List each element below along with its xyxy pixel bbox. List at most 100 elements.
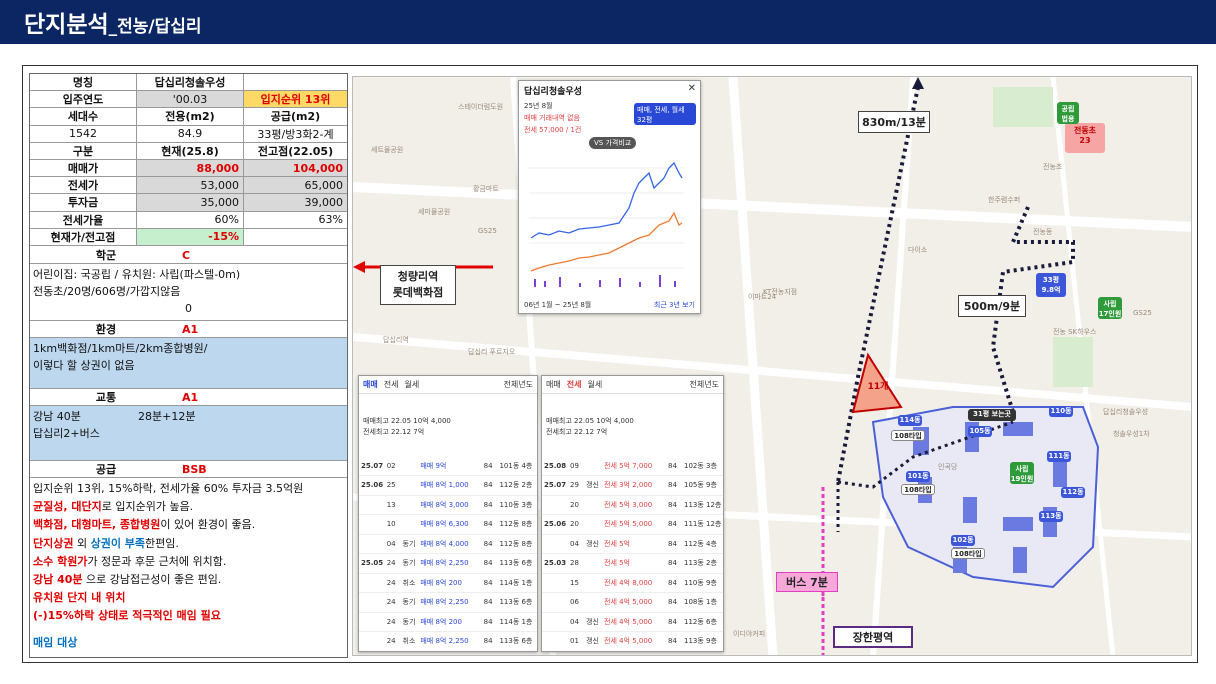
chart-filter-box[interactable]: 매매, 전세, 월세 32평: [634, 103, 696, 125]
trade-cell: 25: [386, 481, 396, 489]
trade-cell: 매매 8억 1,000: [420, 481, 469, 489]
price-pin[interactable]: 33평 9.8억: [1036, 273, 1066, 297]
kindergarten-pin[interactable]: 사립 17인원: [1098, 297, 1122, 319]
place-label: KT전농지점: [763, 288, 798, 296]
trade-cell: 04: [386, 539, 396, 548]
trade-cell: 매매 8억 200: [420, 617, 462, 626]
trade-row: 24 동기 매매 8억 2,250 84 113동 6층: [359, 593, 537, 613]
complex-tag: 108타입: [891, 430, 925, 441]
place-label: 세미물공원: [418, 208, 451, 216]
cell-households-label: 세대수: [30, 108, 137, 125]
jeonse-trade-list[interactable]: 매매 전세 월세 전체년도 매매최고 22.05 10억 4,000 전세최고 …: [541, 375, 724, 652]
trade-cell: 동기: [402, 598, 416, 606]
place-label: 스테이더럼도원: [458, 103, 504, 111]
trade-cell: 25.07: [361, 461, 384, 470]
traffic-line: 답십리2+버스: [33, 427, 100, 440]
cell-name-value: 답십리청솔우성: [137, 74, 244, 91]
school-line: 어린이집: 국공립 / 유치원: 사립(파스텔-0m): [33, 268, 241, 281]
trade-row: 25.07 29 갱신 전세 3억 2,000 84 105동 9층: [542, 476, 723, 496]
trade-row: 25.03 28 전세 5억 84 113동 2층: [542, 554, 723, 574]
trade-cell: 113동 6층: [499, 637, 533, 645]
tab-monthly[interactable]: 월세: [404, 379, 419, 390]
walk-time-label-top: 830m/13분: [858, 111, 930, 133]
trade-cell: 24: [386, 559, 396, 567]
trade-cell: 전세 5억: [604, 539, 630, 548]
supply-line: (-)15%하락 상태로 적극적인 매임 필요: [33, 609, 221, 623]
cell-invest-peak: 39,000: [244, 194, 347, 211]
school-pin[interactable]: 전동초 23: [1065, 123, 1105, 153]
trade-cell: 전세 4억 5,000: [604, 637, 653, 645]
trade-cell: 01: [570, 637, 579, 645]
trade-cell: 매매 8억 6,300: [420, 520, 469, 528]
place-label: 다이소: [908, 246, 928, 254]
map-view[interactable]: 스테이더럼도원 세트물공원 황금마트 세미물공원 답십리역 답십리 푸르지오 G…: [352, 76, 1192, 656]
trade-cell: 25.06: [544, 520, 567, 528]
sale-trade-list[interactable]: 매매 전세 월세 전체년도 매매최고 22.05 10억 4,000 전세최고 …: [358, 375, 538, 652]
table-row: 명칭 답십리청솔우성: [30, 74, 347, 92]
trade-cell: 113동 2층: [684, 559, 717, 567]
triangle-count: 11개: [867, 382, 889, 392]
environment-section: 환경 A1 1km백화점/1km마트/2km종합병원/ 이렇다 할 상권이 없음: [30, 321, 347, 389]
trade-cell: 매매 8억 2,250: [420, 559, 469, 567]
complex-tag: 31평 보는곳: [968, 409, 1016, 421]
kindergarten-pin[interactable]: 사립 19인원: [1010, 462, 1034, 484]
cell-ratio-current: 60%: [137, 211, 244, 228]
compare-button[interactable]: VS 가격비교: [589, 137, 637, 149]
trade-cell: 25.06: [361, 481, 384, 489]
trade-cell: 84: [483, 598, 493, 606]
cell-drop-empty: [244, 229, 347, 245]
trade-cell: 113동 12층: [684, 500, 722, 509]
cell-supply-value: 33평/방3화2-계: [257, 127, 334, 141]
cell-jeonse-current: 53,000: [137, 177, 244, 194]
peak-jeonse-label: 전세최고 22.12 7억: [363, 428, 425, 436]
trade-cell: 101동 4층: [499, 461, 533, 470]
walk-time-label-right: 500m/9분: [958, 295, 1026, 317]
supply-line: 균질성, 대단지로 입지순위가 높음.: [33, 500, 194, 514]
trade-cell: 84: [668, 637, 677, 645]
place-label: 답십리역: [383, 336, 409, 344]
school-grade: C: [182, 248, 191, 262]
price-chart-popup[interactable]: 답십리청솔우성 ✕ 25년 8월 매매 거래내역 없음 전세 57,000 / …: [518, 80, 701, 314]
trade-cell: 25.03: [544, 559, 567, 567]
year-select[interactable]: 전체년도: [504, 379, 533, 390]
cell-ratio-label: 전세가율: [30, 211, 137, 228]
trade-row: 04 갱신 전세 5억 84 112동 4층: [542, 534, 723, 554]
trade-cell: 84: [668, 578, 677, 587]
school-flag-pin[interactable]: 공립 법용: [1057, 102, 1079, 124]
cell-year-value: '00.03: [137, 91, 244, 108]
tab-sale[interactable]: 매매: [546, 379, 561, 390]
env-line: 이렇다 할 상권이 없음: [33, 359, 135, 372]
cell-peak-label: 전고점(22.05): [257, 144, 334, 158]
trade-cell: 동기: [402, 617, 416, 626]
cell-households-value: 1542: [30, 125, 137, 142]
cell-drop-value: -15%: [137, 228, 244, 245]
trade-cell: 매매 8억 3,000: [420, 500, 469, 509]
env-grade: A1: [182, 322, 199, 336]
trade-cell: 24: [386, 617, 396, 626]
traffic-line: 강남 40분: [33, 410, 81, 423]
table-row: 전세가 53,000 65,000: [30, 177, 347, 195]
recent-3yr-button[interactable]: 최근 3년 보기: [654, 300, 695, 310]
cell-sale-peak: 104,000: [244, 160, 347, 177]
tab-sale[interactable]: 매매: [363, 379, 378, 390]
tab-jeonse[interactable]: 전세: [384, 379, 399, 390]
complex-tag: 111동: [1047, 451, 1071, 462]
tab-jeonse[interactable]: 전세: [567, 379, 582, 390]
place-label: 답십리청솔우성: [1103, 408, 1149, 416]
close-icon[interactable]: ✕: [688, 83, 696, 94]
school-label: 학군: [95, 249, 117, 262]
tab-monthly[interactable]: 월세: [587, 379, 602, 390]
complex-tag: 114동: [898, 415, 922, 426]
trade-cell: 매매 8억 200: [420, 578, 462, 587]
cell-rank: 입지순위 13위: [244, 91, 347, 108]
trade-cell: 84: [668, 481, 677, 489]
year-select[interactable]: 전체년도: [690, 379, 719, 390]
trade-cell: 84: [483, 461, 493, 470]
trade-cell: 25.08: [544, 461, 567, 470]
trade-cell: 113동 6층: [499, 559, 533, 567]
trade-row: 15 전세 4억 8,000 84 110동 9층: [542, 573, 723, 593]
trade-cell: 105동 9층: [684, 481, 717, 489]
trade-cell: 108동 1층: [684, 598, 717, 606]
trade-cell: 84: [668, 539, 677, 548]
traffic-section: 교통 A1 강남 40분 28분+12분 답십리2+버스: [30, 389, 347, 461]
